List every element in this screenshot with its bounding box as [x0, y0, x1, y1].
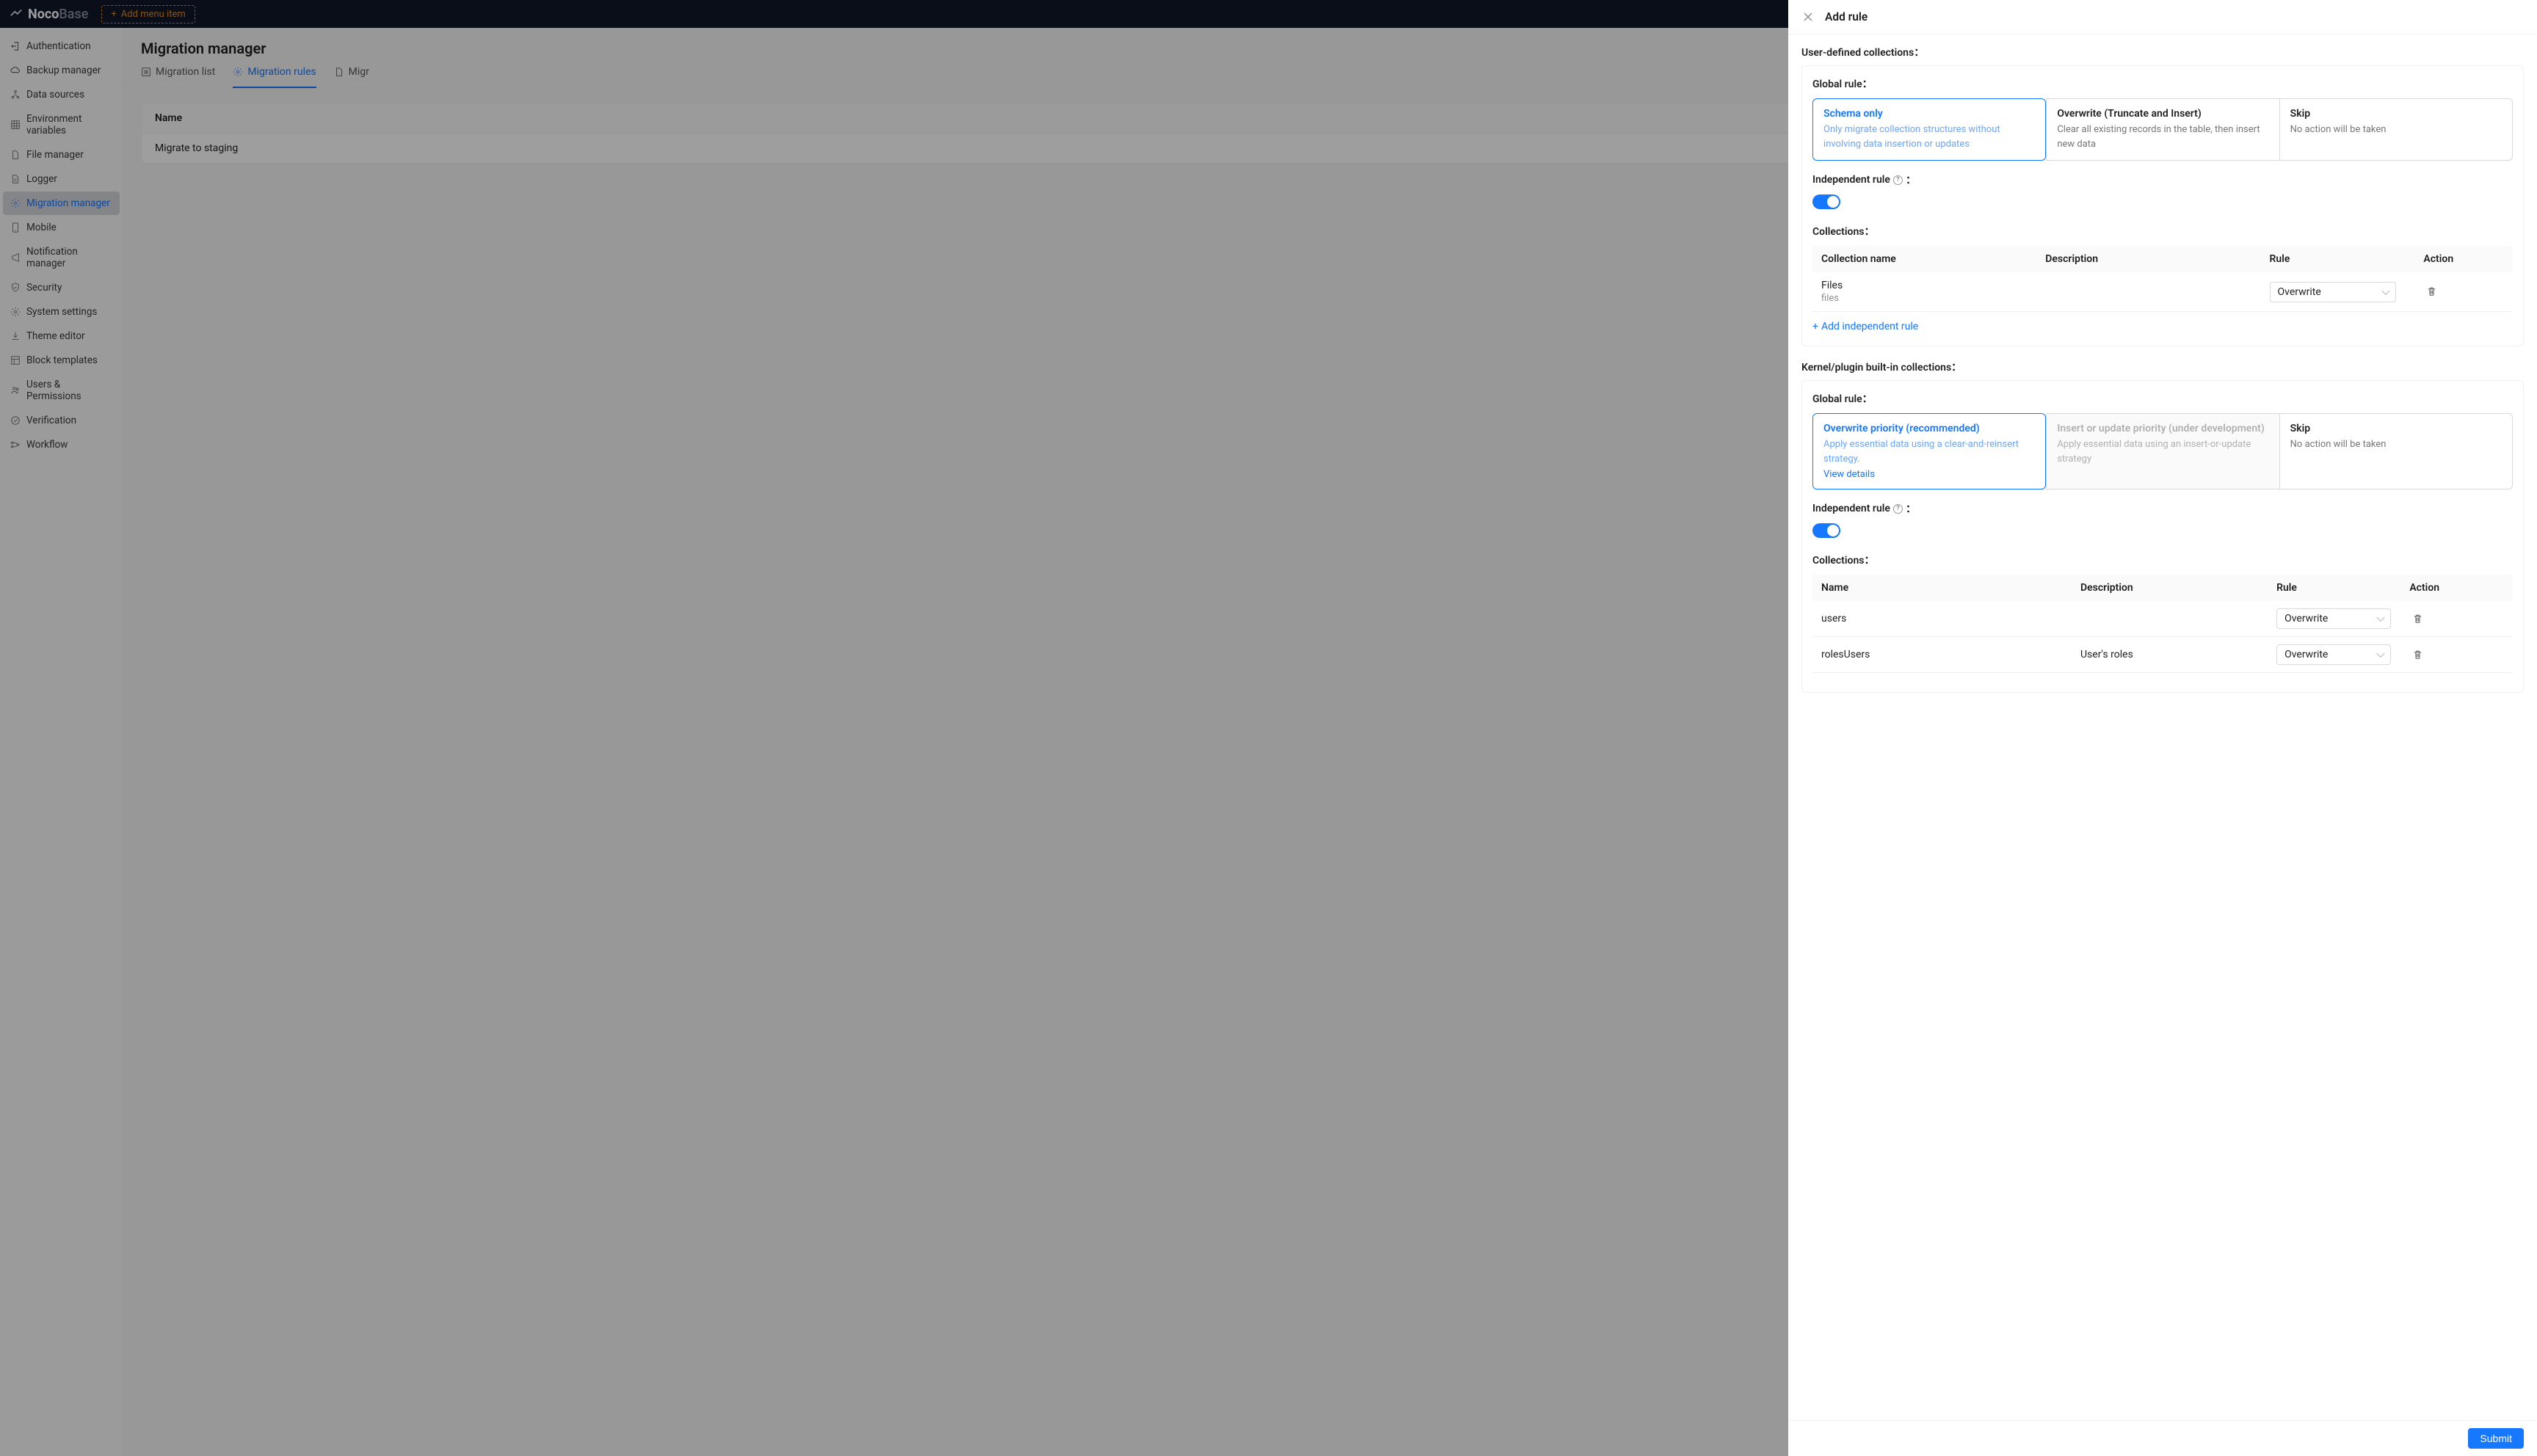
trash-icon: [2426, 286, 2437, 297]
trash-icon: [2412, 614, 2423, 625]
table-row: users Overwrite: [1812, 601, 2513, 637]
rule-card-kernel-skip[interactable]: Skip No action will be taken: [2280, 413, 2513, 489]
userdef-global-rule-cards: Schema only Only migrate collection stru…: [1812, 98, 2513, 161]
close-icon: [1803, 12, 1813, 22]
collections-label: Collections：: [1812, 224, 2513, 239]
drawer-overlay[interactable]: Add rule User-defined collections： Globa…: [0, 0, 2537, 1456]
submit-button[interactable]: Submit: [2468, 1428, 2524, 1449]
global-rule-label: Global rule：: [1812, 391, 2513, 406]
add-rule-drawer: Add rule User-defined collections： Globa…: [1788, 0, 2537, 1456]
delete-button[interactable]: [2409, 647, 2426, 663]
kernel-heading: Kernel/plugin built-in collections：: [1801, 360, 2524, 374]
kernel-collections-table: Name Description Rule Action users Overw…: [1812, 575, 2513, 673]
rule-card-skip[interactable]: Skip No action will be taken: [2280, 98, 2513, 161]
collections-label: Collections：: [1812, 553, 2513, 567]
col-rule: Rule: [2268, 575, 2400, 601]
global-rule-label: Global rule：: [1812, 76, 2513, 91]
drawer-title: Add rule: [1825, 10, 1868, 23]
delete-button[interactable]: [2423, 283, 2440, 300]
table-row: Filesfiles Overwrite: [1812, 272, 2513, 312]
independent-rule-toggle[interactable]: [1812, 523, 1840, 538]
delete-button[interactable]: [2409, 611, 2426, 627]
add-independent-rule-link[interactable]: + Add independent rule: [1812, 321, 1918, 332]
independent-rule-label: Independent rule ?：: [1812, 172, 2513, 187]
help-icon[interactable]: ?: [1893, 504, 1903, 514]
userdef-section: Global rule： Schema only Only migrate co…: [1801, 65, 2524, 346]
plus-icon: +: [1812, 321, 1818, 332]
rule-card-overwrite-priority[interactable]: Overwrite priority (recommended) Apply e…: [1812, 413, 2046, 489]
view-details-link[interactable]: View details: [1823, 469, 1875, 480]
kernel-global-rule-cards: Overwrite priority (recommended) Apply e…: [1812, 413, 2513, 489]
rule-select[interactable]: Overwrite: [2276, 644, 2391, 665]
help-icon[interactable]: ?: [1893, 175, 1903, 185]
rule-card-overwrite[interactable]: Overwrite (Truncate and Insert) Clear al…: [2046, 98, 2279, 161]
rule-card-schema-only[interactable]: Schema only Only migrate collection stru…: [1812, 98, 2046, 161]
col-desc: Description: [2072, 575, 2268, 601]
col-rule: Rule: [2261, 246, 2415, 272]
userdef-collections-table: Collection name Description Rule Action …: [1812, 246, 2513, 312]
rule-card-insert-update: Insert or update priority (under develop…: [2046, 413, 2279, 489]
independent-rule-label: Independent rule ?：: [1812, 501, 2513, 516]
col-desc: Description: [2036, 246, 2260, 272]
col-name: Name: [1812, 575, 2072, 601]
col-name: Collection name: [1812, 246, 2036, 272]
col-action: Action: [2400, 575, 2513, 601]
rule-select[interactable]: Overwrite: [2270, 282, 2396, 302]
close-button[interactable]: [1801, 10, 1815, 23]
trash-icon: [2412, 649, 2423, 660]
col-action: Action: [2414, 246, 2513, 272]
rule-select[interactable]: Overwrite: [2276, 608, 2391, 629]
independent-rule-toggle[interactable]: [1812, 194, 1840, 209]
kernel-section: Global rule： Overwrite priority (recomme…: [1801, 380, 2524, 693]
table-row: rolesUsers User's roles Overwrite: [1812, 637, 2513, 673]
userdef-heading: User-defined collections：: [1801, 45, 2524, 59]
